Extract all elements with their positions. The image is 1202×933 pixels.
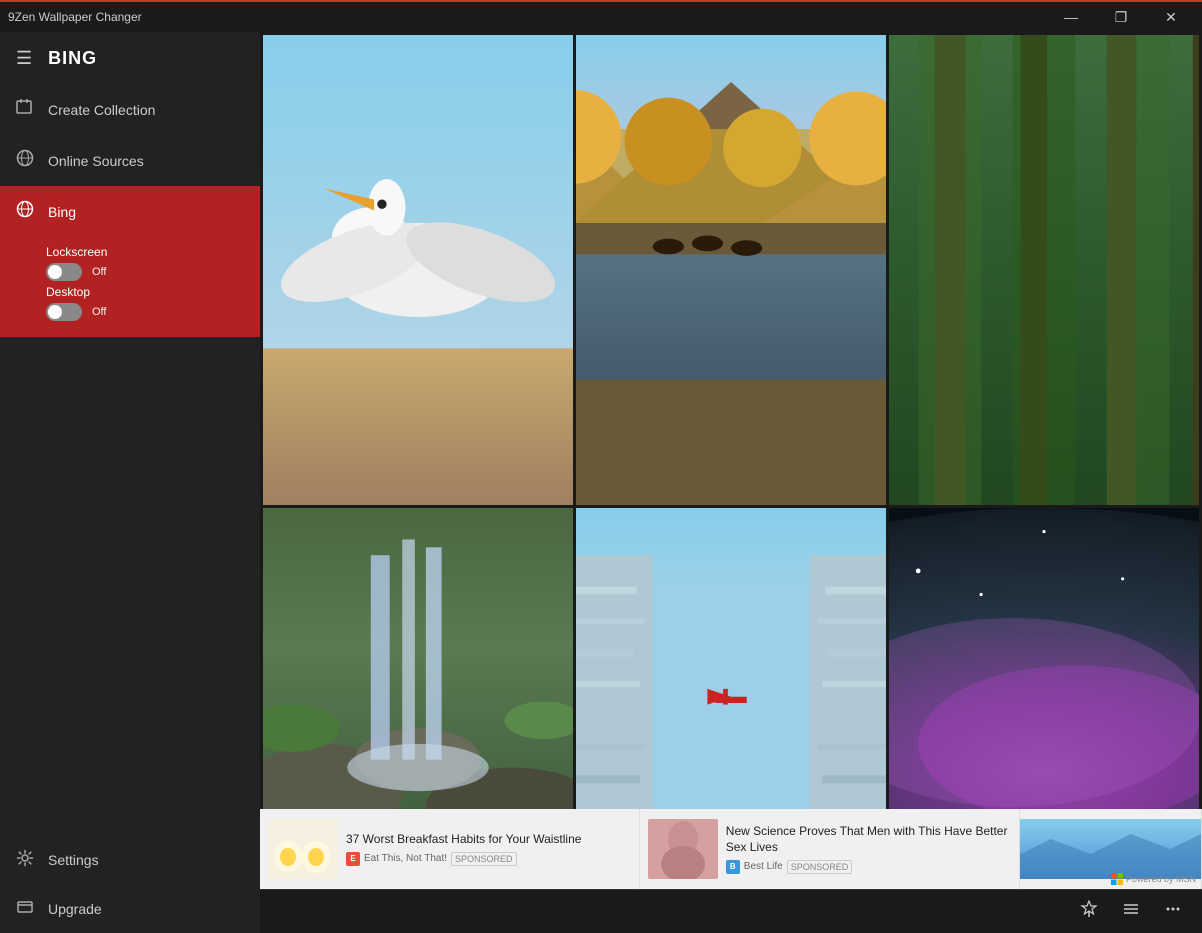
create-collection-icon <box>16 98 34 121</box>
desktop-switch-row: Off <box>46 303 244 321</box>
image-grid-wrapper: ▲▲▲▲▲▲▲▲▲▲▲▲▲▲▲▲▲▲▲▲▲▲▲▲▲▲ <box>260 32 1202 809</box>
app-name: BING <box>48 48 97 69</box>
desktop-off-label: Off <box>92 306 106 318</box>
online-sources-icon <box>16 149 34 172</box>
ad-source-2: B Best Life SPONSORED <box>726 860 1011 874</box>
upgrade-icon <box>16 898 34 919</box>
image-cell-river[interactable] <box>576 35 886 505</box>
bing-source-label: Bing <box>48 204 76 220</box>
ad-bar: 37 Worst Breakfast Habits for Your Waist… <box>260 809 1202 889</box>
lockscreen-off-label: Off <box>92 266 106 278</box>
bottom-toolbar <box>260 889 1202 933</box>
lockscreen-switch-row: Off <box>46 263 244 281</box>
ad-title-2: New Science Proves That Men with This Ha… <box>726 824 1011 855</box>
desktop-toggle-row: Desktop <box>46 285 244 299</box>
list-view-button[interactable] <box>1114 894 1148 929</box>
image-cell-canyon[interactable] <box>576 508 886 809</box>
sidebar-item-online-sources[interactable]: Online Sources <box>0 135 260 186</box>
settings-label: Settings <box>48 852 99 868</box>
online-sources-label: Online Sources <box>48 153 144 169</box>
ad-source-logo-1: E <box>346 852 360 866</box>
msn-icon <box>1111 873 1123 885</box>
bing-source: Bing Lockscreen Off Desktop <box>0 186 260 337</box>
content-area: ▲▲▲▲▲▲▲▲▲▲▲▲▲▲▲▲▲▲▲▲▲▲▲▲▲▲ <box>260 32 1202 933</box>
lockscreen-toggle-row: Lockscreen <box>46 245 244 259</box>
settings-icon <box>16 849 34 870</box>
sidebar-item-create-collection[interactable]: Create Collection <box>0 84 260 135</box>
maximize-button[interactable]: ❐ <box>1098 1 1144 33</box>
ad-content-1: 37 Worst Breakfast Habits for Your Waist… <box>346 832 631 866</box>
rows-container: ▲▲▲▲▲▲▲▲▲▲▲▲▲▲▲▲▲▲▲▲▲▲▲▲▲▲ <box>260 32 1202 809</box>
ad-source-1: E Eat This, Not That! SPONSORED <box>346 852 631 866</box>
image-cell-forest[interactable] <box>889 35 1199 505</box>
ad-item-1[interactable]: 37 Worst Breakfast Habits for Your Waist… <box>260 809 640 889</box>
image-cell-waterfall[interactable] <box>263 508 573 809</box>
main-layout: ☰ BING Create Collection <box>0 32 1202 933</box>
lockscreen-toggle[interactable] <box>46 263 82 281</box>
ad-source-name-1: Eat This, Not That! <box>364 853 447 864</box>
bing-toggles: Lockscreen Off Desktop Off <box>0 237 260 337</box>
image-cell-pelican[interactable] <box>263 35 573 505</box>
sidebar: ☰ BING Create Collection <box>0 32 260 933</box>
titlebar: 9Zen Wallpaper Changer — ❐ ✕ <box>0 0 1202 32</box>
ad-content-2: New Science Proves That Men with This Ha… <box>726 824 1011 873</box>
ad-source-logo-2: B <box>726 860 740 874</box>
more-icon <box>1164 900 1182 918</box>
sidebar-item-settings[interactable]: Settings <box>0 835 260 884</box>
desktop-label: Desktop <box>46 285 126 299</box>
pin-button[interactable] <box>1072 894 1106 929</box>
more-options-button[interactable] <box>1156 894 1190 929</box>
header-area: ☰ BING <box>0 32 260 84</box>
ad-thumb-2 <box>648 819 718 879</box>
image-cell-galaxy[interactable] <box>889 508 1199 809</box>
image-row-1 <box>263 35 1199 505</box>
upgrade-label: Upgrade <box>48 901 102 917</box>
ad-source-name-2: Best Life <box>744 861 783 872</box>
titlebar-left: 9Zen Wallpaper Changer <box>8 10 142 24</box>
hamburger-icon[interactable]: ☰ <box>16 48 32 69</box>
bing-source-header[interactable]: Bing <box>0 186 260 237</box>
close-button[interactable]: ✕ <box>1148 1 1194 33</box>
ad-item-2[interactable]: New Science Proves That Men with This Ha… <box>640 809 1020 889</box>
titlebar-controls: — ❐ ✕ <box>1048 1 1194 33</box>
desktop-toggle[interactable] <box>46 303 82 321</box>
lockscreen-label: Lockscreen <box>46 245 126 259</box>
ad-sponsored-2: SPONSORED <box>787 860 853 874</box>
sidebar-spacer <box>0 337 260 835</box>
ad-title-1: 37 Worst Breakfast Habits for Your Waist… <box>346 832 631 848</box>
ad-powered-label: Powered by MSN <box>1111 873 1196 885</box>
app-title: 9Zen Wallpaper Changer <box>8 10 142 24</box>
list-icon <box>1122 900 1140 918</box>
image-row-2 <box>263 508 1199 809</box>
pin-icon <box>1080 900 1098 918</box>
ad-sponsored-1: SPONSORED <box>451 852 517 866</box>
create-collection-label: Create Collection <box>48 102 155 118</box>
powered-by-text: Powered by MSN <box>1126 874 1196 884</box>
bing-icon <box>16 200 34 223</box>
sidebar-item-upgrade[interactable]: Upgrade <box>0 884 260 933</box>
minimize-button[interactable]: — <box>1048 1 1094 33</box>
ad-thumb-1 <box>268 819 338 879</box>
